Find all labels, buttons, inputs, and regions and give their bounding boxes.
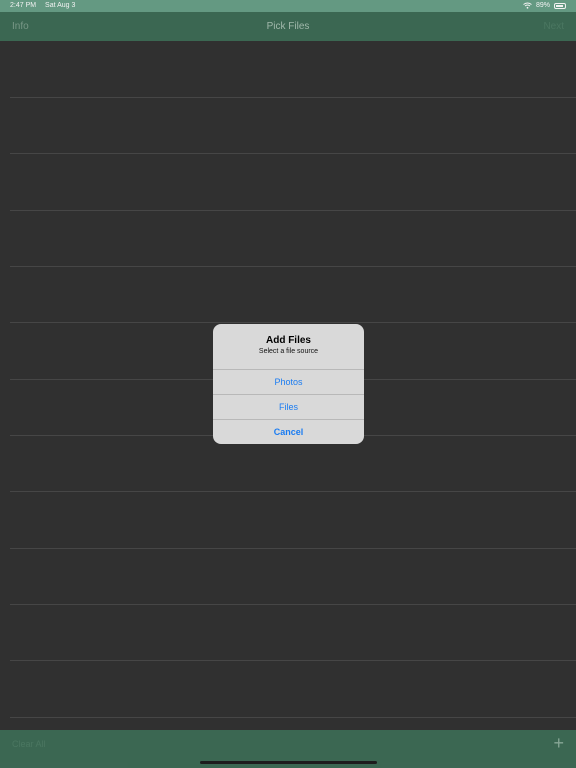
cancel-button[interactable]: Cancel [213, 419, 364, 444]
alert-message: Select a file source [258, 348, 319, 355]
alert-title: Add Files [265, 335, 311, 346]
photos-button[interactable]: Photos [213, 369, 364, 394]
add-files-alert: Add Files Select a file source Photos Fi… [213, 324, 364, 444]
alert-header: Add Files Select a file source [213, 324, 364, 369]
files-button[interactable]: Files [213, 394, 364, 419]
